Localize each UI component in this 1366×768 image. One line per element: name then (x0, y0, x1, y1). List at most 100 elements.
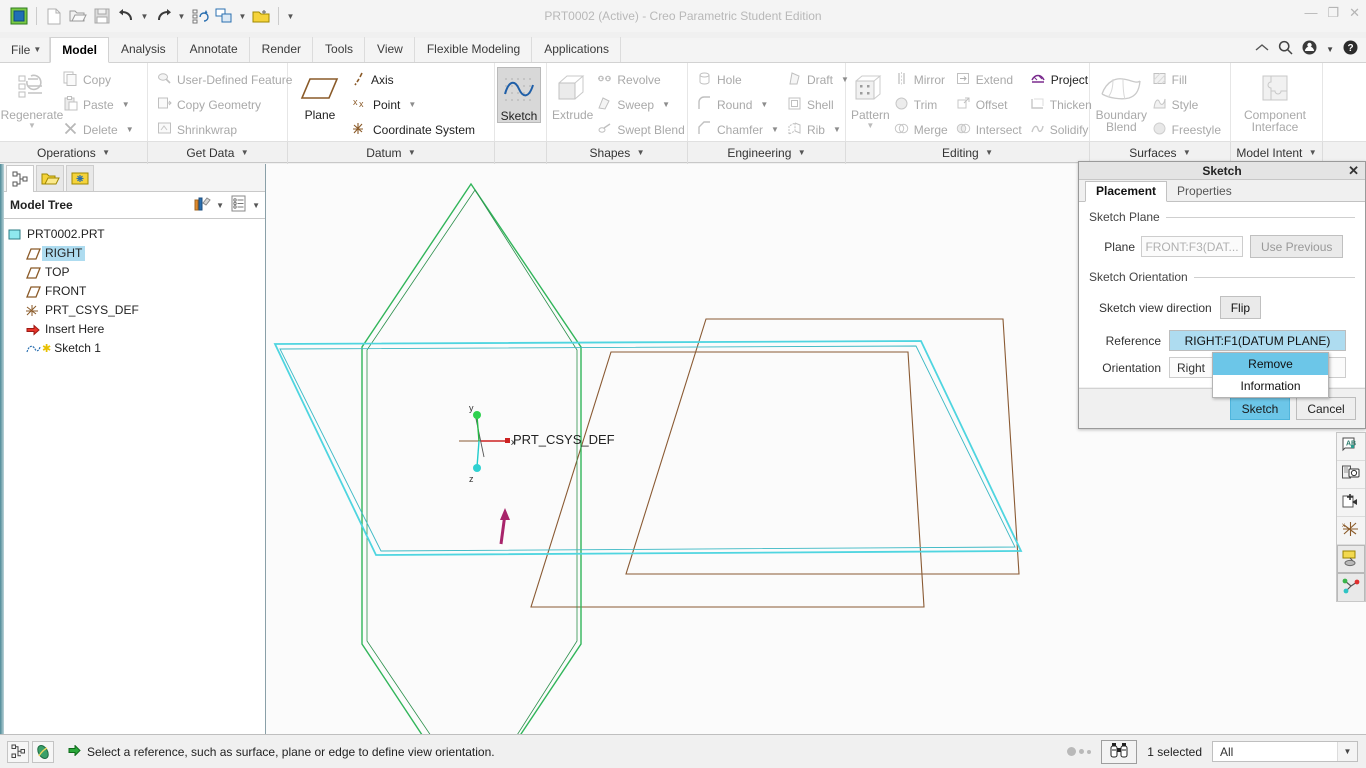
boundary-blend-button[interactable]: Boundary Blend (1095, 67, 1148, 133)
group-footer-get-data[interactable]: Get Data ▼ (148, 142, 288, 164)
delete-dropdown-icon[interactable]: ▼ (126, 125, 134, 134)
tree-item-sketch1[interactable]: ✱ Sketch 1 (0, 339, 266, 358)
tab-analysis[interactable]: Analysis (109, 37, 178, 62)
reference-input[interactable]: RIGHT:F1(DATUM PLANE) (1169, 330, 1346, 351)
chevron-down-icon[interactable]: ▼ (1337, 742, 1357, 761)
tab-applications[interactable]: Applications (532, 37, 621, 62)
tree-item-front[interactable]: FRONT (0, 282, 266, 301)
tab-model[interactable]: Model (50, 37, 109, 63)
tree-item-part[interactable]: PRT0002.PRT (0, 225, 266, 244)
flip-button[interactable]: Flip (1219, 296, 1262, 319)
tree-item-right[interactable]: RIGHT (0, 244, 266, 263)
tab-tools[interactable]: Tools (313, 37, 366, 62)
paste-dropdown-icon[interactable]: ▼ (122, 100, 130, 109)
creo-logo-icon[interactable] (8, 5, 30, 27)
copy-button[interactable]: Copy (59, 67, 138, 92)
tab-render[interactable]: Render (250, 37, 314, 62)
rib-button[interactable]: Rib ▼ (783, 117, 853, 142)
chamfer-dropdown-icon[interactable]: ▼ (771, 125, 779, 134)
restore-button[interactable]: ❐ (1327, 6, 1339, 20)
shrinkwrap-button[interactable]: Shrinkwrap (153, 117, 296, 142)
sketch-cancel-button[interactable]: Cancel (1296, 397, 1356, 420)
window-switch-icon[interactable] (213, 5, 235, 27)
customize-qat-icon[interactable]: ▼ (285, 12, 296, 21)
window-dropdown-icon[interactable]: ▼ (237, 12, 248, 21)
close-icon[interactable]: ✕ (1348, 163, 1359, 179)
style-button[interactable]: Style (1148, 92, 1225, 117)
spin-center-button[interactable] (1337, 545, 1365, 573)
tree-item-insert-here[interactable]: Insert Here (0, 320, 266, 339)
tree-filters-button[interactable]: ▼ (193, 195, 224, 215)
use-previous-button[interactable]: Use Previous (1250, 235, 1344, 258)
group-footer-datum[interactable]: Datum ▼ (288, 142, 495, 164)
datum-axis-button[interactable]: Axis (347, 67, 479, 92)
tab-file[interactable]: File ▼ (0, 37, 51, 62)
component-interface-button[interactable]: Component Interface (1236, 67, 1314, 133)
model-tree-toggle-button[interactable] (7, 740, 29, 763)
rib-dropdown-icon[interactable]: ▼ (833, 125, 841, 134)
tab-flexible-modeling[interactable]: Flexible Modeling (415, 37, 533, 62)
account-icon[interactable] (1302, 40, 1317, 58)
round-button[interactable]: Round ▼ (693, 92, 783, 117)
sweep-button[interactable]: Sweep ▼ (593, 92, 688, 117)
tree-filters-dropdown-icon[interactable]: ▼ (216, 201, 224, 210)
swept-blend-button[interactable]: Swept Blend (593, 117, 688, 142)
tree-settings-dropdown-icon[interactable]: ▼ (252, 201, 260, 210)
coordinate-system-button[interactable]: Coordinate System (347, 117, 479, 142)
user-defined-feature-button[interactable]: User-Defined Feature (153, 67, 296, 92)
pattern-dropdown-icon[interactable]: ▼ (866, 121, 874, 130)
context-menu-item-remove[interactable]: Remove (1213, 353, 1328, 375)
csys-display-button[interactable] (1337, 573, 1365, 601)
navigator-splitter[interactable] (0, 164, 4, 734)
redo-icon[interactable] (152, 5, 174, 27)
search-icon[interactable] (1278, 40, 1293, 58)
thicken-button[interactable]: Thicken (1026, 92, 1096, 117)
annotation-display-button[interactable]: AB (1337, 433, 1365, 461)
project-button[interactable]: Project (1026, 67, 1096, 92)
tab-annotate[interactable]: Annotate (178, 37, 250, 62)
hole-button[interactable]: Hole (693, 67, 783, 92)
open-file-icon[interactable] (67, 5, 89, 27)
new-file-icon[interactable] (43, 5, 65, 27)
intersect-button[interactable]: Intersect (952, 117, 1026, 142)
help-icon[interactable]: ? (1343, 40, 1358, 58)
trim-button[interactable]: Trim (890, 92, 952, 117)
datum-point-dropdown-icon[interactable]: ▼ (408, 100, 416, 109)
offset-button[interactable]: Offset (952, 92, 1026, 117)
sketch-ok-button[interactable]: Sketch (1230, 397, 1290, 420)
undo-icon[interactable] (115, 5, 137, 27)
extrude-button[interactable]: Extrude (552, 67, 593, 121)
tree-item-top[interactable]: TOP (0, 263, 266, 282)
regenerate-dropdown-icon[interactable]: ▼ (28, 121, 36, 130)
minimize-ribbon-icon[interactable] (1255, 42, 1269, 56)
browser-toggle-button[interactable] (32, 740, 54, 763)
fill-button[interactable]: Fill (1148, 67, 1225, 92)
folder-browser-tab[interactable] (36, 165, 64, 191)
group-footer-editing[interactable]: Editing ▼ (846, 142, 1090, 164)
revolve-button[interactable]: Revolve (593, 67, 688, 92)
freestyle-button[interactable]: Freestyle (1148, 117, 1225, 142)
copy-geometry-button[interactable]: Copy Geometry (153, 92, 296, 117)
model-tree-tab[interactable] (6, 165, 34, 192)
mirror-button[interactable]: Mirror (890, 67, 952, 92)
redo-dropdown-icon[interactable]: ▼ (176, 12, 187, 21)
tree-item-csys[interactable]: PRT_CSYS_DEF (0, 301, 266, 320)
account-dropdown-icon[interactable]: ▼ (1326, 45, 1334, 54)
datum-plane-button[interactable]: Plane (293, 67, 347, 121)
save-icon[interactable] (91, 5, 113, 27)
regenerate-icon[interactable] (189, 5, 211, 27)
regenerate-button[interactable]: Regenerate ▼ (1, 67, 63, 130)
merge-button[interactable]: Merge (890, 117, 952, 142)
shell-button[interactable]: Shell (783, 92, 853, 117)
draft-button[interactable]: Draft ▼ (783, 67, 853, 92)
plane-input[interactable]: FRONT:F3(DAT... (1141, 236, 1243, 257)
tab-placement[interactable]: Placement (1085, 181, 1168, 202)
round-dropdown-icon[interactable]: ▼ (760, 100, 768, 109)
minimize-button[interactable]: — (1304, 6, 1317, 20)
datum-point-button[interactable]: xx Point ▼ (347, 92, 479, 117)
solidify-button[interactable]: Solidify (1026, 117, 1096, 142)
sketch-button[interactable]: Sketch (497, 67, 541, 123)
datum-display-button[interactable] (1337, 489, 1365, 517)
extend-button[interactable]: Extend (952, 67, 1026, 92)
tab-properties[interactable]: Properties (1167, 182, 1242, 201)
